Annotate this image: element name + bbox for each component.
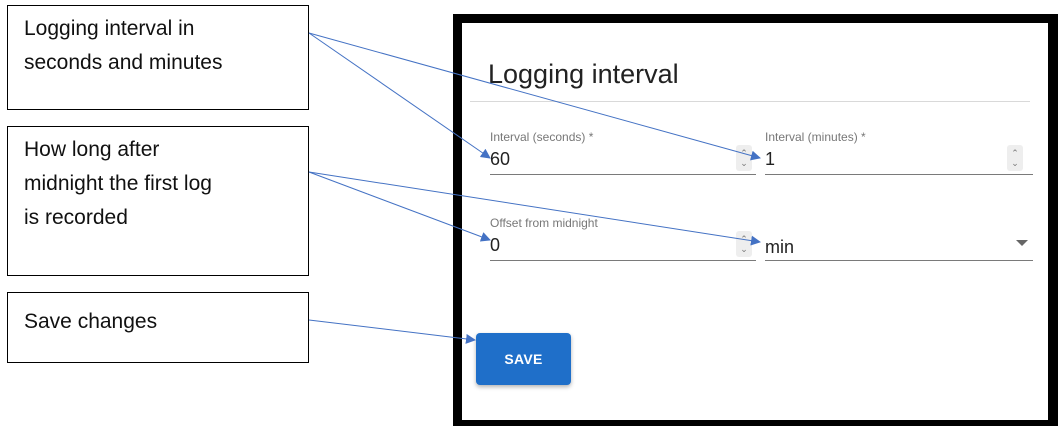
chevron-up-icon[interactable]: ⌃ [740,148,748,158]
interval-seconds-input[interactable]: 60 [490,149,510,170]
arrow-to-save [308,319,476,344]
chevron-down-icon[interactable]: ⌄ [1011,158,1019,168]
select-underline [765,260,1033,261]
offset-label: Offset from midnight [490,216,598,230]
card-title: Logging interval [488,59,679,89]
callout-text-line: Logging interval in [24,17,195,40]
input-underline [490,174,756,175]
callout-text-line: is recorded [24,206,128,229]
save-button[interactable]: SAVE [476,333,571,385]
input-underline [490,260,756,261]
interval-seconds-spinner[interactable]: ⌃ ⌄ [736,145,752,171]
callout-text-line: midnight the first log [24,172,212,195]
callout-save: Save changes [7,292,309,363]
callout-logging-interval: Logging interval in seconds and minutes [7,5,309,110]
interval-seconds-label: Interval (seconds) * [490,130,594,144]
callout-text-line: How long after [24,138,160,161]
callout-offset: How long after midnight the first log is… [7,126,309,276]
interval-minutes-label: Interval (minutes) * [765,130,866,144]
callout-text-line: Save changes [24,310,158,333]
dropdown-arrow-icon[interactable] [1016,240,1028,246]
offset-input[interactable]: 0 [490,235,500,256]
chevron-down-icon[interactable]: ⌄ [740,158,748,168]
chevron-up-icon[interactable]: ⌃ [740,234,748,244]
input-underline [765,174,1033,175]
chevron-down-icon[interactable]: ⌄ [740,244,748,254]
title-divider [470,101,1030,102]
chevron-up-icon[interactable]: ⌃ [1011,148,1019,158]
offset-spinner[interactable]: ⌃ ⌄ [736,231,752,257]
interval-minutes-input[interactable]: 1 [765,149,775,170]
logging-interval-card: Logging interval Interval (seconds) * 60… [462,23,1048,420]
offset-unit-value[interactable]: min [765,237,794,258]
interval-minutes-spinner[interactable]: ⌃ ⌄ [1007,145,1023,171]
callout-text-line: seconds and minutes [24,51,223,74]
